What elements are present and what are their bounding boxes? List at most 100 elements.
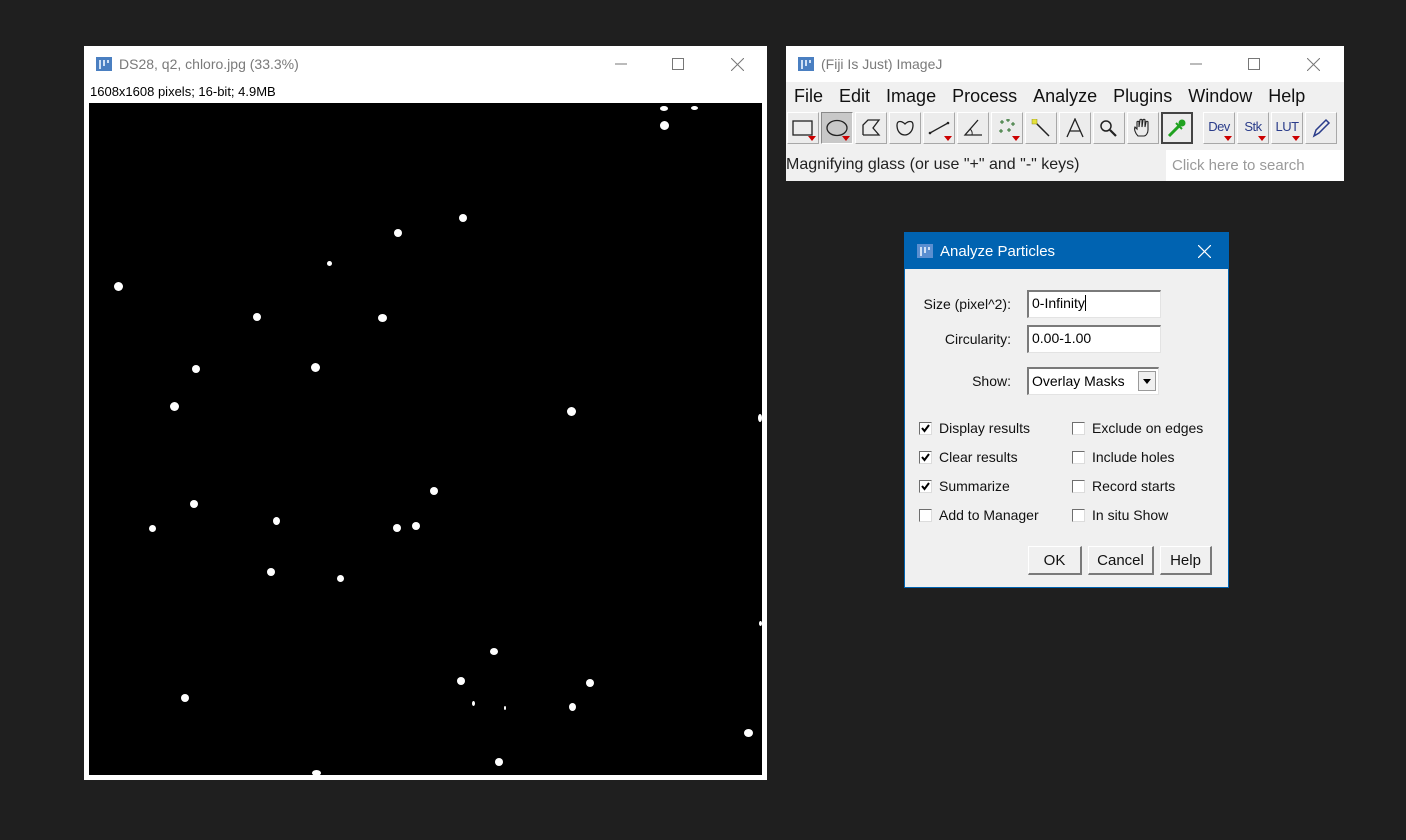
checkbox-box[interactable] xyxy=(919,508,932,522)
particle xyxy=(412,522,420,530)
close-button[interactable] xyxy=(708,46,766,82)
polygon-tool[interactable] xyxy=(855,112,887,144)
particle xyxy=(459,214,467,222)
checkbox-label: Clear results xyxy=(939,449,1018,465)
color-picker-tool[interactable] xyxy=(1161,112,1193,144)
particle xyxy=(114,282,123,291)
polygon-icon xyxy=(862,119,881,136)
minimize-icon xyxy=(1190,63,1202,65)
image-window[interactable]: DS28, q2, chloro.jpg (33.3%) 1608x1608 p… xyxy=(84,46,767,780)
checkbox-box[interactable] xyxy=(1072,421,1085,435)
particle xyxy=(181,694,189,702)
ok-button[interactable]: OK xyxy=(1028,546,1082,575)
cancel-button[interactable]: Cancel xyxy=(1088,546,1154,575)
wand-icon xyxy=(1031,119,1050,137)
menu-window[interactable]: Window xyxy=(1180,83,1260,109)
magnifier-icon xyxy=(1100,120,1117,137)
circularity-input[interactable]: 0.00-1.00 xyxy=(1027,325,1161,353)
checkmark-icon xyxy=(921,452,930,462)
menu-process[interactable]: Process xyxy=(944,83,1025,109)
checkbox-box[interactable] xyxy=(919,421,932,435)
particle xyxy=(394,229,402,237)
minimize-button[interactable] xyxy=(592,46,650,82)
freehand-tool[interactable] xyxy=(889,112,921,144)
pencil-tool[interactable] xyxy=(1305,112,1337,144)
particle xyxy=(744,729,753,737)
particle xyxy=(337,575,344,582)
dialog-titlebar[interactable]: Analyze Particles xyxy=(905,233,1228,269)
imagej-titlebar[interactable]: (Fiji Is Just) ImageJ xyxy=(786,46,1344,82)
record-starts-checkbox[interactable]: Record starts xyxy=(1072,478,1175,494)
close-icon xyxy=(730,57,744,71)
imagej-main-window[interactable]: (Fiji Is Just) ImageJ File Edit Image Pr… xyxy=(786,46,1344,181)
menu-plugins[interactable]: Plugins xyxy=(1105,83,1180,109)
particle xyxy=(660,106,668,111)
rectangle-icon xyxy=(792,120,813,136)
eyedropper-icon xyxy=(1167,119,1186,138)
show-select[interactable]: Overlay Masks xyxy=(1027,367,1159,395)
fiji-logo-icon xyxy=(96,56,112,72)
analyze-particles-dialog[interactable]: Analyze Particles Size (pixel^2): 0-Infi… xyxy=(904,232,1229,588)
fiji-logo-icon xyxy=(917,243,933,259)
dropdown-triangle-icon xyxy=(842,136,850,141)
close-button[interactable] xyxy=(1284,46,1342,82)
scrolling-tool[interactable] xyxy=(1127,112,1159,144)
checkbox-box[interactable] xyxy=(1072,508,1085,522)
maximize-icon xyxy=(672,58,684,70)
circularity-label: Circularity: xyxy=(944,331,1011,347)
checkbox-box[interactable] xyxy=(1072,479,1085,493)
hand-icon xyxy=(1134,118,1149,137)
in-situ-show-checkbox[interactable]: In situ Show xyxy=(1072,507,1168,523)
menu-image[interactable]: Image xyxy=(878,83,944,109)
multipoint-tool[interactable] xyxy=(991,112,1023,144)
wand-tool[interactable] xyxy=(1025,112,1057,144)
include-holes-checkbox[interactable]: Include holes xyxy=(1072,449,1175,465)
menu-analyze[interactable]: Analyze xyxy=(1025,83,1105,109)
exclude-on-edges-checkbox[interactable]: Exclude on edges xyxy=(1072,420,1203,436)
stk-menu-tool[interactable]: Stk xyxy=(1237,112,1269,144)
dev-label: Dev xyxy=(1208,118,1230,134)
oval-tool[interactable] xyxy=(821,112,853,144)
maximize-button[interactable] xyxy=(1225,46,1283,82)
summarize-checkbox[interactable]: Summarize xyxy=(919,478,1010,494)
multipoint-icon xyxy=(999,119,1015,133)
particle xyxy=(190,500,198,508)
stk-label: Stk xyxy=(1244,118,1262,134)
menu-file[interactable]: File xyxy=(786,83,831,109)
display-results-checkbox[interactable]: Display results xyxy=(919,420,1030,436)
dropdown-triangle-icon xyxy=(1292,136,1300,141)
line-tool[interactable] xyxy=(923,112,955,144)
angle-tool[interactable] xyxy=(957,112,989,144)
particle xyxy=(253,313,261,321)
lut-menu-tool[interactable]: LUT xyxy=(1271,112,1303,144)
rectangle-tool[interactable] xyxy=(787,112,819,144)
particle xyxy=(567,407,576,416)
maximize-button[interactable] xyxy=(649,46,707,82)
text-tool[interactable] xyxy=(1059,112,1091,144)
magnifying-glass-tool[interactable] xyxy=(1093,112,1125,144)
menu-edit[interactable]: Edit xyxy=(831,83,878,109)
dev-menu-tool[interactable]: Dev xyxy=(1203,112,1235,144)
chevron-down-icon[interactable] xyxy=(1138,371,1156,391)
checkbox-label: Summarize xyxy=(939,478,1010,494)
dialog-close-button[interactable] xyxy=(1179,233,1229,269)
checkbox-label: Add to Manager xyxy=(939,507,1039,523)
checkbox-box[interactable] xyxy=(1072,450,1085,464)
text-icon xyxy=(1066,118,1084,138)
search-input[interactable]: Click here to search xyxy=(1166,150,1344,181)
image-canvas[interactable] xyxy=(89,103,762,775)
add-to-manager-checkbox[interactable]: Add to Manager xyxy=(919,507,1039,523)
size-value: 0-Infinity xyxy=(1032,295,1085,311)
checkbox-box[interactable] xyxy=(919,450,932,464)
particle xyxy=(378,314,387,322)
particle xyxy=(312,770,321,775)
toolbar-separator xyxy=(1194,110,1202,146)
image-window-titlebar[interactable]: DS28, q2, chloro.jpg (33.3%) xyxy=(84,46,767,82)
show-selected-value: Overlay Masks xyxy=(1032,373,1125,389)
size-input[interactable]: 0-Infinity xyxy=(1027,290,1161,318)
checkbox-box[interactable] xyxy=(919,479,932,493)
help-button[interactable]: Help xyxy=(1160,546,1212,575)
minimize-button[interactable] xyxy=(1167,46,1225,82)
menu-help[interactable]: Help xyxy=(1260,83,1313,109)
clear-results-checkbox[interactable]: Clear results xyxy=(919,449,1018,465)
